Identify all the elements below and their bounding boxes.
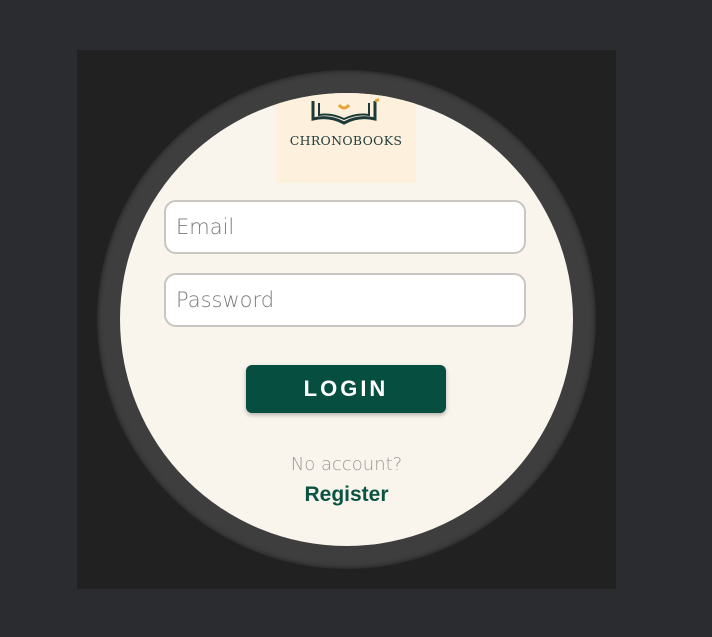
email-field[interactable] [164, 200, 526, 254]
no-account-text: No account? [290, 454, 403, 475]
password-field[interactable] [164, 273, 526, 327]
register-link[interactable]: Register [120, 483, 573, 507]
watch-screen: CHRONOBOOKS LOGIN No account? Register [120, 93, 573, 546]
login-button[interactable]: LOGIN [246, 365, 446, 413]
logo-wordmark: CHRONOBOOKS [289, 133, 403, 148]
watch-emulator-frame: CHRONOBOOKS LOGIN No account? Register [77, 50, 616, 589]
app-logo: CHRONOBOOKS [276, 93, 416, 183]
open-book-icon [311, 98, 379, 125]
